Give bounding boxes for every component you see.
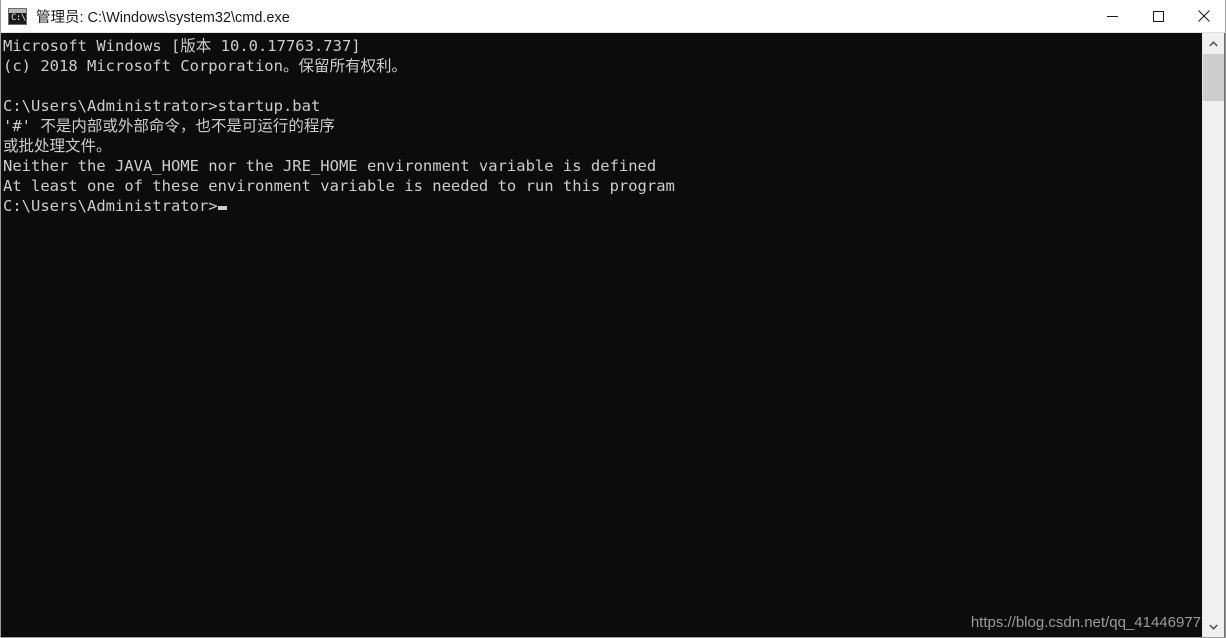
console-line: 或批处理文件。 bbox=[3, 137, 112, 155]
close-icon bbox=[1198, 10, 1210, 22]
minimize-icon bbox=[1106, 15, 1118, 17]
scrollbar-track[interactable] bbox=[1203, 101, 1224, 616]
chevron-down-icon bbox=[1209, 623, 1218, 630]
console-line: '#' 不是内部或外部命令，也不是可运行的程序 bbox=[3, 117, 335, 135]
console-line: C:\Users\Administrator>startup.bat bbox=[3, 97, 321, 115]
vertical-scrollbar[interactable] bbox=[1202, 33, 1224, 637]
maximize-icon bbox=[1152, 10, 1164, 22]
title-bar-left: C:\ 管理员: C:\Windows\system32\cmd.exe bbox=[1, 6, 1089, 27]
watermark-text: https://blog.csdn.net/qq_41446977 bbox=[970, 614, 1201, 631]
console-output-area[interactable]: Microsoft Windows [版本 10.0.17763.737] (c)… bbox=[1, 33, 1203, 637]
cmd-icon-label: C:\ bbox=[11, 12, 26, 23]
minimize-button[interactable] bbox=[1089, 0, 1135, 32]
cmd-window: C:\ 管理员: C:\Windows\system32\cmd.exe Mic… bbox=[0, 0, 1226, 638]
maximize-button[interactable] bbox=[1135, 0, 1181, 32]
console-line: Neither the JAVA_HOME nor the JRE_HOME e… bbox=[3, 157, 657, 175]
scroll-down-button[interactable] bbox=[1203, 616, 1224, 637]
window-controls bbox=[1089, 0, 1225, 32]
block-cursor bbox=[217, 206, 227, 210]
window-title: 管理员: C:\Windows\system32\cmd.exe bbox=[36, 9, 290, 26]
window-right-edge bbox=[1224, 33, 1225, 637]
close-button[interactable] bbox=[1181, 0, 1225, 32]
console-prompt: C:\Users\Administrator> bbox=[3, 197, 218, 215]
cmd-console-icon: C:\ bbox=[8, 7, 27, 25]
scrollbar-thumb[interactable] bbox=[1203, 54, 1224, 101]
title-bar[interactable]: C:\ 管理员: C:\Windows\system32\cmd.exe bbox=[1, 0, 1225, 33]
console-line: Microsoft Windows [版本 10.0.17763.737] bbox=[3, 37, 361, 55]
console-line: (c) 2018 Microsoft Corporation。保留所有权利。 bbox=[3, 57, 407, 75]
chevron-up-icon bbox=[1209, 40, 1218, 47]
console-line: At least one of these environment variab… bbox=[3, 177, 675, 195]
console-prompt-line: C:\Users\Administrator> bbox=[3, 196, 1203, 216]
scroll-up-button[interactable] bbox=[1203, 33, 1224, 54]
console-text: Microsoft Windows [版本 10.0.17763.737] (c)… bbox=[1, 33, 1203, 216]
